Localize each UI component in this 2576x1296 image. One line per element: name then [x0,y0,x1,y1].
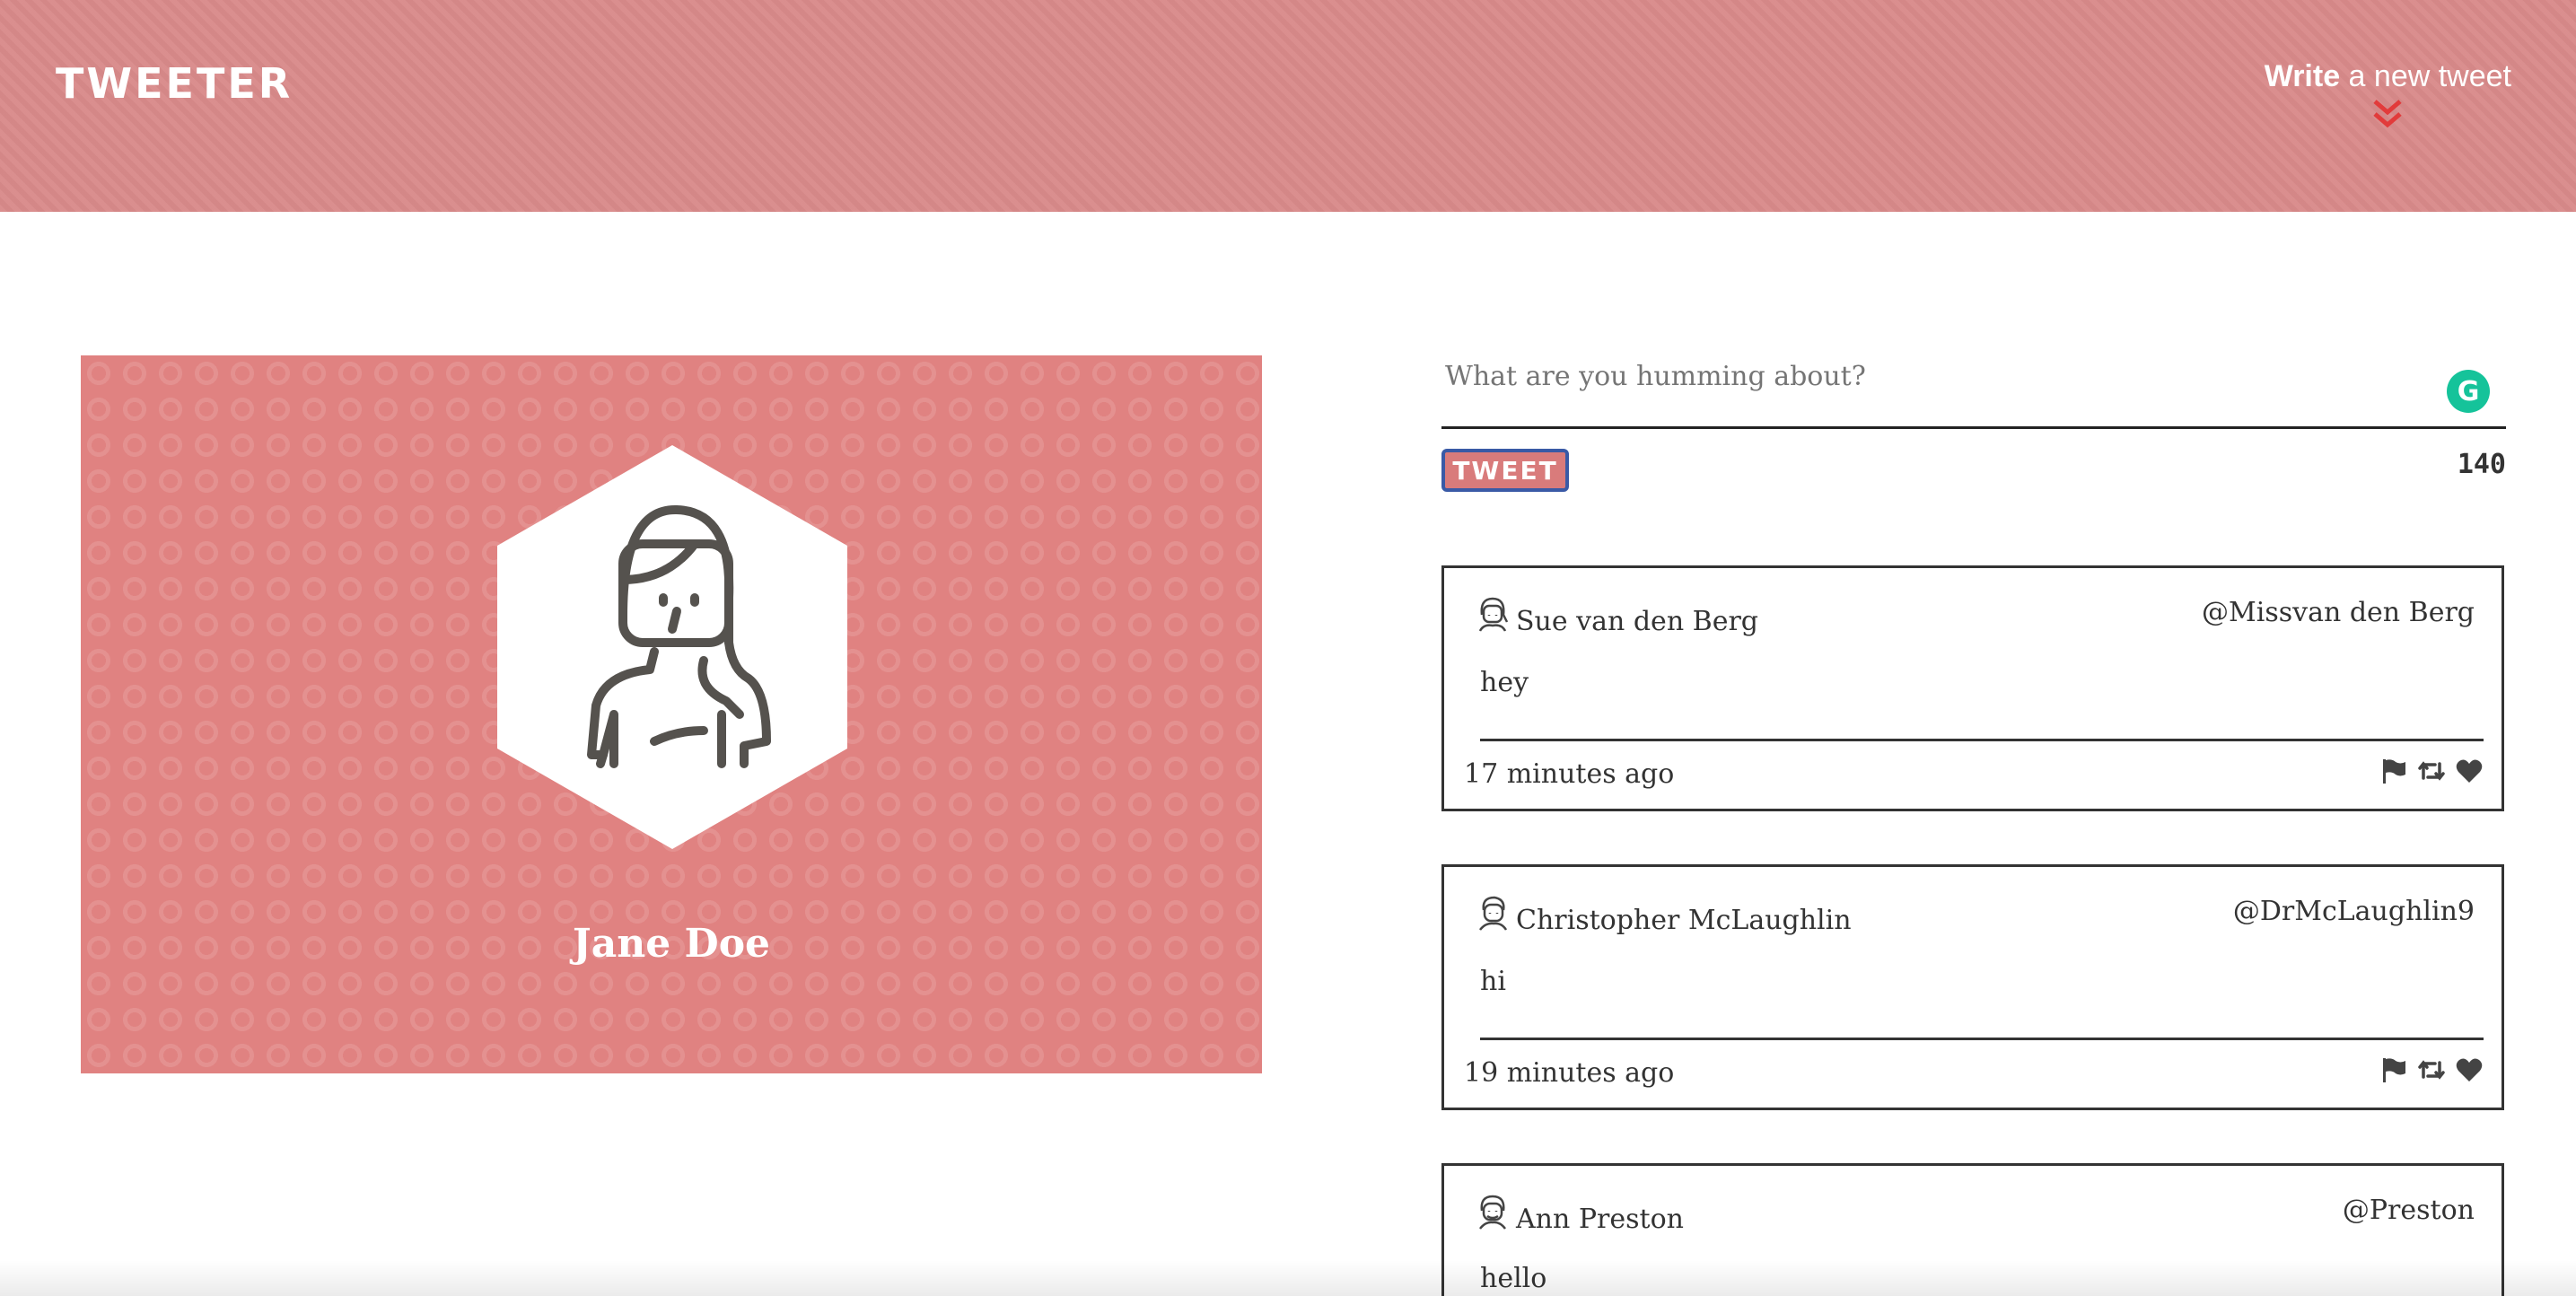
user-avatar-icon [1478,597,1509,632]
tweet-text: hi [1480,966,1506,997]
grammarly-icon[interactable]: G [2447,370,2490,413]
retweet-icon[interactable] [2417,757,2446,785]
brand-logo[interactable]: TWEETER [56,59,293,108]
tweet-author-handle: @DrMcLaughlin9 [2232,896,2475,927]
tweet-actions [2379,757,2484,785]
compose-rest: a new tweet [2340,59,2511,93]
heart-icon[interactable] [2455,1055,2484,1084]
tweet-actions [2379,1055,2484,1084]
flag-icon[interactable] [2379,757,2408,785]
female-user-avatar-icon [497,445,847,849]
tweet-input[interactable] [1441,350,2506,429]
user-avatar-icon [1479,1195,1506,1230]
tweet-text: hello [1480,1263,1547,1294]
character-counter: 140 [2457,449,2506,480]
tweet-author-name: Christopher McLaughlin [1516,905,1852,936]
tweet-author-handle: @Missvan den Berg [2202,597,2475,628]
tweet-text: hey [1480,667,1529,698]
tweet-card: Christopher McLaughlin @DrMcLaughlin9 hi… [1441,864,2504,1110]
profile-name: Jane Doe [572,921,771,967]
tweet-timestamp: 19 minutes ago [1464,1057,1675,1089]
tweet-author-name: Ann Preston [1516,1204,1684,1235]
retweet-icon[interactable] [2417,1055,2446,1084]
tweet-author-handle: @Preston [2342,1195,2475,1226]
tweet-card: Sue van den Berg @Missvan den Berg hey 1… [1441,565,2504,811]
flag-icon[interactable] [2379,1055,2408,1084]
tweet-divider [1480,739,2484,741]
tweet-button[interactable]: TWEET [1441,449,1569,492]
user-avatar-icon [1479,896,1508,931]
profile-card: Jane Doe [81,355,1262,1073]
tweet-card: Ann Preston @Preston hello [1441,1163,2504,1296]
tweet-composer: G TWEET 140 [1441,350,2506,492]
compose-strong: Write [2264,59,2341,93]
write-new-tweet-link[interactable]: Write a new tweet [2265,59,2511,130]
double-chevron-down-icon[interactable] [2370,98,2405,130]
top-nav: TWEETER Write a new tweet [0,0,2576,212]
heart-icon[interactable] [2455,757,2484,785]
tweet-author-name: Sue van den Berg [1516,606,1759,637]
tweet-divider [1480,1038,2484,1040]
tweet-timestamp: 17 minutes ago [1464,758,1675,790]
